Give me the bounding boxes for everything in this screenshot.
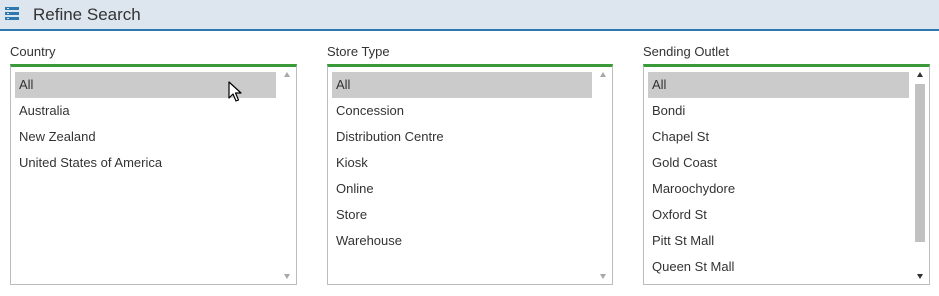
store-type-option-concession[interactable]: Concession xyxy=(332,98,592,124)
country-label: Country xyxy=(10,44,56,59)
sending-outlet-listbox[interactable]: All Bondi Chapel St Gold Coast Maroochyd… xyxy=(643,64,930,285)
country-option-new-zealand[interactable]: New Zealand xyxy=(15,124,276,150)
outlet-option-maroochydore[interactable]: Maroochydore xyxy=(648,176,909,202)
scroll-down-arrow-icon[interactable] xyxy=(600,274,606,279)
page-title: Refine Search xyxy=(33,5,141,24)
scroll-up-arrow-icon[interactable] xyxy=(600,72,606,77)
list-icon[interactable] xyxy=(5,7,19,21)
scroll-up-arrow-icon[interactable] xyxy=(917,72,923,77)
store-type-list: All Concession Distribution Centre Kiosk… xyxy=(332,72,592,254)
store-type-option-store[interactable]: Store xyxy=(332,202,592,228)
outlet-option-gold-coast[interactable]: Gold Coast xyxy=(648,150,909,176)
store-type-option-kiosk[interactable]: Kiosk xyxy=(332,150,592,176)
scroll-down-arrow-icon[interactable] xyxy=(284,274,290,279)
refine-search-header: Refine Search xyxy=(0,0,939,31)
store-type-option-warehouse[interactable]: Warehouse xyxy=(332,228,592,254)
scroll-down-arrow-icon[interactable] xyxy=(917,274,923,279)
sending-outlet-list: All Bondi Chapel St Gold Coast Maroochyd… xyxy=(648,72,909,280)
outlet-option-pitt-st-mall[interactable]: Pitt St Mall xyxy=(648,228,909,254)
outlet-option-queen-st-mall[interactable]: Queen St Mall xyxy=(648,254,909,280)
store-type-option-distribution-centre[interactable]: Distribution Centre xyxy=(332,124,592,150)
outlet-option-bondi[interactable]: Bondi xyxy=(648,98,909,124)
sending-outlet-label: Sending Outlet xyxy=(643,44,730,59)
store-type-label: Store Type xyxy=(327,44,390,59)
store-type-option-all[interactable]: All xyxy=(332,72,592,98)
country-listbox[interactable]: All Australia New Zealand United States … xyxy=(10,64,297,285)
store-type-option-online[interactable]: Online xyxy=(332,176,592,202)
outlet-option-chapel-st[interactable]: Chapel St xyxy=(648,124,909,150)
outlet-option-all[interactable]: All xyxy=(648,72,909,98)
outlet-option-oxford-st[interactable]: Oxford St xyxy=(648,202,909,228)
mouse-pointer-icon xyxy=(228,81,242,102)
country-option-usa[interactable]: United States of America xyxy=(15,150,276,176)
scroll-up-arrow-icon[interactable] xyxy=(284,72,290,77)
scrollbar-thumb[interactable] xyxy=(915,84,925,242)
store-type-listbox[interactable]: All Concession Distribution Centre Kiosk… xyxy=(327,64,613,285)
